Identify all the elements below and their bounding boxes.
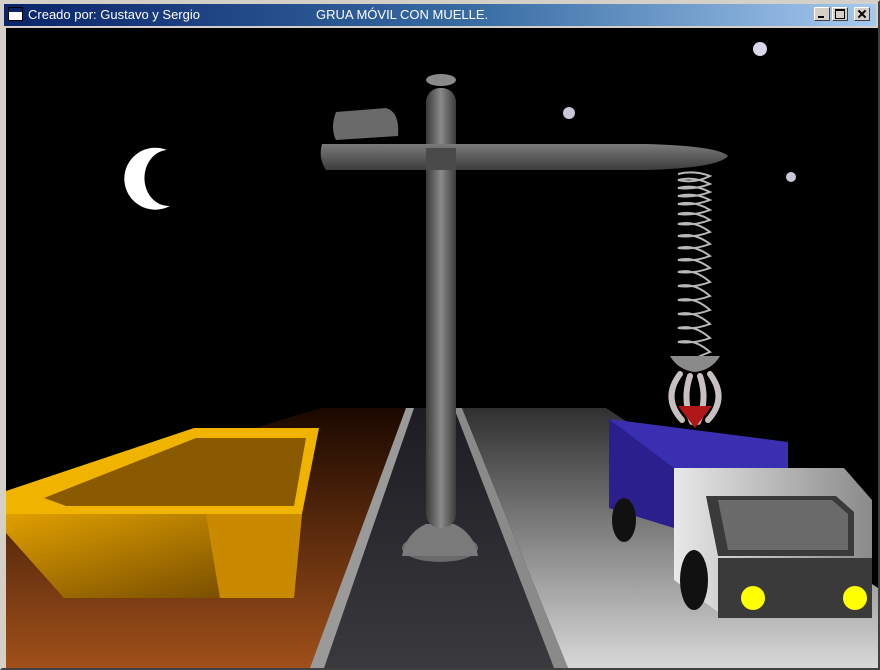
app-window: Creado por: Gustavo y Sergio GRUA MÓVIL … xyxy=(0,0,880,670)
crane-boom xyxy=(320,144,728,170)
crane-spring xyxy=(677,171,713,363)
scene-canvas xyxy=(6,42,878,668)
window-caption: GRUA MÓVIL CON MUELLE. xyxy=(316,7,489,22)
headlight-right-icon xyxy=(843,586,867,610)
star-icon xyxy=(786,172,796,182)
maximize-icon[interactable] xyxy=(832,7,848,21)
crane-joint xyxy=(426,148,456,170)
moon-icon xyxy=(124,147,170,210)
crane-mast-top xyxy=(426,74,456,86)
star-icon xyxy=(753,42,767,56)
close-icon[interactable] xyxy=(854,7,870,21)
3d-scene-viewport[interactable] xyxy=(6,28,878,668)
minimize-icon[interactable] xyxy=(814,7,830,21)
container-side xyxy=(206,514,302,598)
window-icon[interactable] xyxy=(8,7,23,21)
truck-front-wheel xyxy=(680,550,708,610)
truck-wheel xyxy=(612,498,636,542)
truck-windshield xyxy=(718,500,848,550)
crane-counterweight xyxy=(333,108,399,140)
headlight-left-icon xyxy=(741,586,765,610)
crane-hook-cap xyxy=(670,356,720,372)
title-bar[interactable]: Creado por: Gustavo y Sergio GRUA MÓVIL … xyxy=(4,4,876,26)
window-title: Creado por: Gustavo y Sergio xyxy=(28,7,200,22)
star-icon xyxy=(563,107,575,119)
